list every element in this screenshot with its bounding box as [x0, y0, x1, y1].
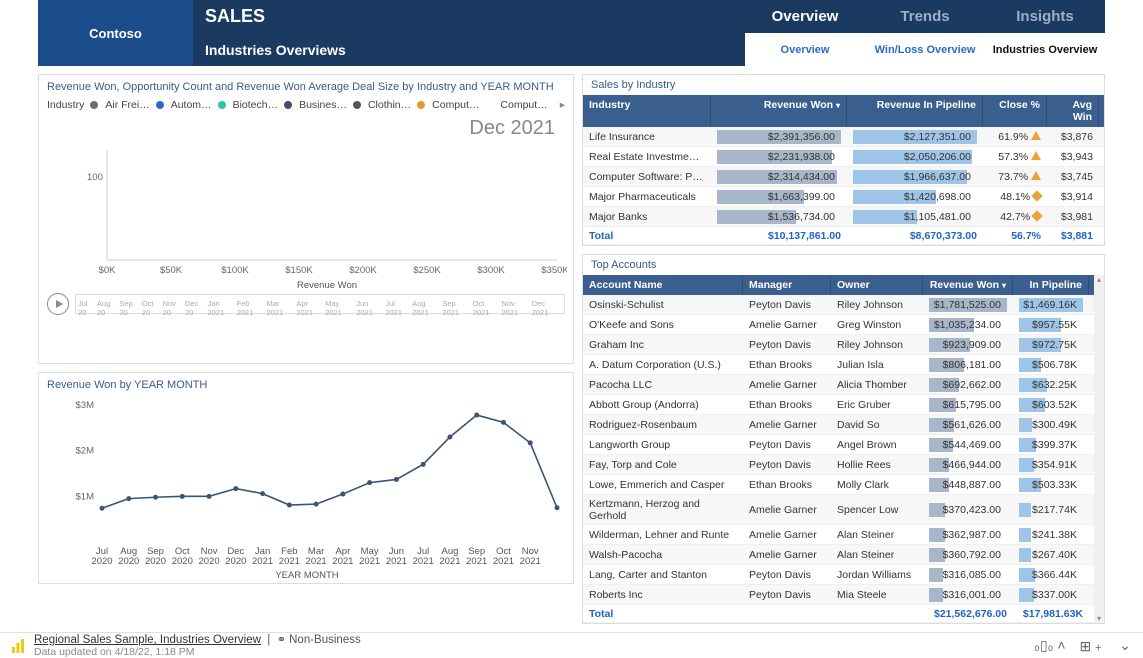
account-row[interactable]: Graham IncPeyton DavisRiley Johnson$923,… — [583, 335, 1094, 355]
timeline-slider[interactable]: Jul 20Aug 20Sep 20Oct 20Nov 20Dec 20Jan … — [75, 294, 565, 314]
svg-text:2021: 2021 — [279, 556, 300, 567]
svg-text:$0K: $0K — [99, 265, 117, 276]
svg-text:2021: 2021 — [413, 556, 434, 567]
account-row[interactable]: Pacocha LLCAmelie GarnerAlicia Thomber$6… — [583, 375, 1094, 395]
svg-text:$100K: $100K — [221, 265, 249, 276]
account-row[interactable]: Langworth GroupPeyton DavisAngel Brown$5… — [583, 435, 1094, 455]
scatter-legend[interactable]: IndustryAir Frei…Autom…Biotech…Busines…C… — [47, 99, 565, 111]
main-tab-overview[interactable]: Overview — [745, 8, 865, 25]
industry-row[interactable]: Life Insurance$2,391,356.00$2,127,351.00… — [583, 127, 1104, 147]
account-row[interactable]: Kertzmann, Herzog and GerholdAmelie Garn… — [583, 495, 1094, 525]
svg-text:$200K: $200K — [349, 265, 377, 276]
svg-text:$300K: $300K — [477, 265, 505, 276]
svg-text:2021: 2021 — [466, 556, 487, 567]
svg-text:$250K: $250K — [413, 265, 441, 276]
industry-card: Sales by Industry IndustryRevenue Won ▾R… — [582, 74, 1105, 246]
svg-text:2021: 2021 — [359, 556, 380, 567]
brand-logo: Contoso — [38, 0, 193, 66]
industry-row[interactable]: Real Estate Investment Trusts$2,231,938.… — [583, 147, 1104, 167]
account-row[interactable]: Osinski-SchulistPeyton DavisRiley Johnso… — [583, 295, 1094, 315]
svg-text:2020: 2020 — [91, 556, 112, 567]
main-tab-trends[interactable]: Trends — [865, 8, 985, 25]
top-header: Contoso SALES OverviewTrendsInsights Ind… — [38, 0, 1105, 66]
footer: Regional Sales Sample, Industries Overvi… — [0, 632, 1143, 658]
accounts-title: Top Accounts — [583, 259, 1104, 271]
svg-text:100: 100 — [87, 172, 103, 183]
industry-row[interactable]: Computer Software: Progra…$2,314,434.00$… — [583, 167, 1104, 187]
scatter-title: Revenue Won, Opportunity Count and Reven… — [47, 81, 565, 93]
svg-text:2020: 2020 — [225, 556, 246, 567]
svg-text:2021: 2021 — [252, 556, 273, 567]
account-row[interactable]: Abbott Group (Andorra)Ethan BrooksEric G… — [583, 395, 1094, 415]
industry-header[interactable]: IndustryRevenue Won ▾Revenue In Pipeline… — [583, 95, 1104, 127]
svg-text:YEAR MONTH: YEAR MONTH — [275, 570, 338, 580]
svg-text:2020: 2020 — [118, 556, 139, 567]
main-tab-insights[interactable]: Insights — [985, 8, 1105, 25]
account-row[interactable]: O'Keefe and SonsAmelie GarnerGreg Winsto… — [583, 315, 1094, 335]
svg-text:$150K: $150K — [285, 265, 313, 276]
svg-text:2021: 2021 — [332, 556, 353, 567]
accounts-total: Total$21,562,676.00$17,981.63K — [583, 605, 1094, 623]
svg-text:2021: 2021 — [386, 556, 407, 567]
account-row[interactable]: Roberts IncPeyton DavisMia Steele$316,00… — [583, 585, 1094, 605]
account-row[interactable]: Fay, Torp and ColePeyton DavisHollie Ree… — [583, 455, 1094, 475]
scatter-xlabel: Revenue Won — [297, 280, 357, 290]
sub-tab[interactable]: Overview — [745, 33, 865, 66]
svg-text:2020: 2020 — [198, 556, 219, 567]
account-row[interactable]: Rodriguez-RosenbaumAmelie GarnerDavid So… — [583, 415, 1094, 435]
scatter-card: Revenue Won, Opportunity Count and Reven… — [38, 74, 574, 364]
sub-tab[interactable]: Industries Overview — [985, 33, 1105, 66]
line-card: Revenue Won by YEAR MONTH Revenue Won$3M… — [38, 372, 574, 584]
accounts-header[interactable]: Account NameManagerOwnerRevenue Won ▾In … — [583, 275, 1094, 295]
svg-text:$3M: $3M — [76, 400, 95, 411]
chart-icon[interactable]: ₀▯₀ ˄ — [1034, 637, 1065, 654]
svg-text:2020: 2020 — [172, 556, 193, 567]
industry-title: Sales by Industry — [583, 79, 1104, 91]
svg-text:2021: 2021 — [439, 556, 460, 567]
account-row[interactable]: Wilderman, Lehner and RunteAmelie Garner… — [583, 525, 1094, 545]
svg-text:2021: 2021 — [520, 556, 541, 567]
sub-tab[interactable]: Win/Loss Overview — [865, 33, 985, 66]
svg-text:$1M: $1M — [76, 491, 95, 502]
footer-link[interactable]: Regional Sales Sample, Industries Overvi… — [34, 634, 261, 646]
svg-text:$50K: $50K — [160, 265, 183, 276]
account-row[interactable]: Walsh-PacochaAmelie GarnerAlan Steiner$3… — [583, 545, 1094, 565]
powerbi-icon — [12, 639, 24, 653]
industry-total: Total$10,137,861.00$8,670,373.0056.7%$3,… — [583, 227, 1104, 245]
report-subtitle: Industries Overviews — [193, 33, 745, 66]
footer-updated: Data updated on 4/18/22, 1:18 PM — [34, 646, 361, 658]
svg-text:$350K: $350K — [541, 265, 567, 276]
account-row[interactable]: Lowe, Emmerich and CasperEthan BrooksMol… — [583, 475, 1094, 495]
chevron-down-icon[interactable]: ⌄ — [1119, 637, 1131, 654]
account-row[interactable]: A. Datum Corporation (U.S.)Ethan BrooksJ… — [583, 355, 1094, 375]
grid-icon[interactable]: ⊞﹢ — [1080, 636, 1106, 656]
account-row[interactable]: Lang, Carter and StantonPeyton DavisJord… — [583, 565, 1094, 585]
play-button[interactable] — [47, 293, 69, 315]
svg-text:2021: 2021 — [306, 556, 327, 567]
svg-text:$2M: $2M — [76, 446, 95, 457]
line-chart[interactable]: Revenue Won$3M$2M$1MJul2020Aug2020Sep202… — [47, 395, 567, 580]
industry-row[interactable]: Major Pharmaceuticals$1,663,399.00$1,420… — [583, 187, 1104, 207]
scatter-period: Dec 2021 — [47, 117, 565, 140]
svg-text:2020: 2020 — [145, 556, 166, 567]
accounts-card: Top Accounts Account NameManagerOwnerRev… — [582, 254, 1105, 624]
report-title: SALES — [193, 6, 745, 27]
scrollbar[interactable]: ▴▾ — [1094, 275, 1104, 623]
line-title: Revenue Won by YEAR MONTH — [47, 379, 565, 391]
footer-tag: Non-Business — [289, 634, 361, 646]
industry-row[interactable]: Major Banks$1,536,734.00$1,105,481.0042.… — [583, 207, 1104, 227]
scatter-plot[interactable]: Opportunity Co… 100 $0K$50K$100K$150K$20… — [47, 140, 567, 290]
svg-text:2021: 2021 — [493, 556, 514, 567]
